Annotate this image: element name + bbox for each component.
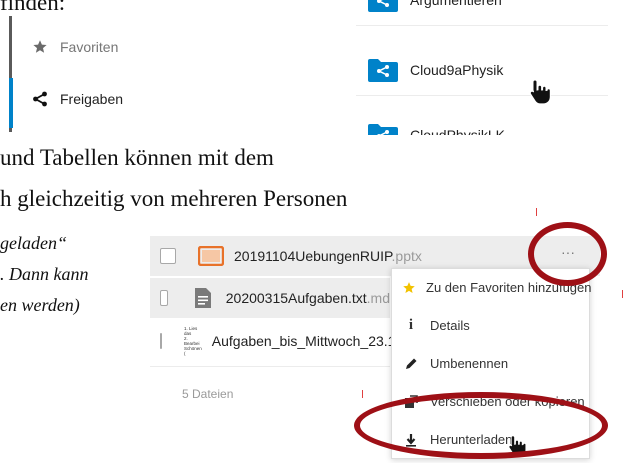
row-checkbox[interactable]	[160, 333, 162, 349]
doc-italic-line: en werden)	[0, 295, 80, 315]
doc-text-line: und Tabellen können mit dem	[0, 145, 274, 170]
pencil-icon	[402, 357, 420, 371]
text-file-icon	[194, 287, 212, 309]
file-base-name: Aufgaben_bis_Mittwoch_23.10	[211, 333, 404, 349]
folder-name: Cloud9aPhysik	[410, 62, 504, 78]
doc-text-line: finden:	[0, 0, 66, 15]
file-extension: .pptx	[391, 248, 422, 264]
annotation-tick	[362, 390, 363, 398]
table-row[interactable]: 20200315Aufgaben.txt.md	[150, 278, 390, 318]
doc-italic-line: . Dann kann	[0, 264, 89, 284]
file-count: 5 Dateien	[182, 387, 234, 401]
sidebar-item-label: Freigaben	[60, 91, 124, 107]
sidebar-item-label: Favoriten	[60, 39, 119, 55]
share-icon	[32, 91, 48, 107]
row-checkbox[interactable]	[160, 248, 176, 264]
menu-item-label: Details	[430, 318, 470, 333]
sidebar-item-freigaben[interactable]: Freigaben	[32, 84, 123, 114]
hand-cursor-icon	[528, 78, 554, 111]
row-checkbox[interactable]	[160, 290, 168, 306]
thumbnail-line: Schönen (	[184, 346, 202, 356]
shared-folder-icon	[368, 0, 398, 12]
star-icon	[32, 39, 48, 55]
table-row[interactable]: 1. Lies das 2. Bearbei Schönen ( Aufgabe…	[150, 321, 403, 361]
highlight-ring	[528, 222, 607, 286]
folder-name: CloudPhysikLK	[410, 127, 505, 135]
thumbnail-line: 2. Bearbei	[184, 336, 200, 346]
shared-folder-icon	[368, 123, 398, 135]
document-thumbnail-icon: 1. Lies das 2. Bearbei Schönen (	[184, 326, 202, 356]
presentation-icon	[198, 246, 224, 266]
info-icon: i	[408, 317, 414, 333]
folder-panel: Argumentieren Cloud9aPhysik CloudPhysikL…	[356, 0, 608, 135]
file-name: 20200315Aufgaben.txt.md	[226, 290, 390, 306]
annotation-tick	[536, 208, 537, 216]
menu-item-label: Umbenennen	[430, 356, 509, 371]
menu-item-rename[interactable]: Umbenennen	[392, 345, 589, 382]
shared-folder-icon	[368, 58, 398, 82]
highlight-ring	[354, 392, 608, 459]
file-extension: .md	[366, 290, 390, 306]
thumbnail-line: 1. Lies das	[184, 326, 198, 336]
doc-text-line: h gleichzeitig von mehreren Personen	[0, 186, 348, 211]
folder-name: Argumentieren	[410, 0, 502, 8]
file-base-name: 20200315Aufgaben.txt	[225, 290, 367, 306]
star-icon	[402, 281, 416, 295]
sidebar-item-favoriten[interactable]: Favoriten	[32, 32, 118, 62]
file-base-name: 20191104UebungenRUIP	[234, 248, 392, 264]
menu-item-details[interactable]: i Details	[392, 307, 589, 344]
folder-row[interactable]: Cloud9aPhysik	[356, 45, 608, 96]
folder-row[interactable]: CloudPhysikLK	[356, 110, 608, 135]
divider	[150, 366, 390, 367]
active-indicator	[9, 78, 13, 128]
folder-row[interactable]: Argumentieren	[356, 0, 608, 26]
annotation-tick	[622, 290, 623, 298]
file-name: Aufgaben_bis_Mittwoch_23.10	[212, 333, 403, 349]
file-name: 20191104UebungenRUIP.pptx	[234, 248, 422, 264]
doc-italic-line: geladen“	[0, 233, 67, 253]
